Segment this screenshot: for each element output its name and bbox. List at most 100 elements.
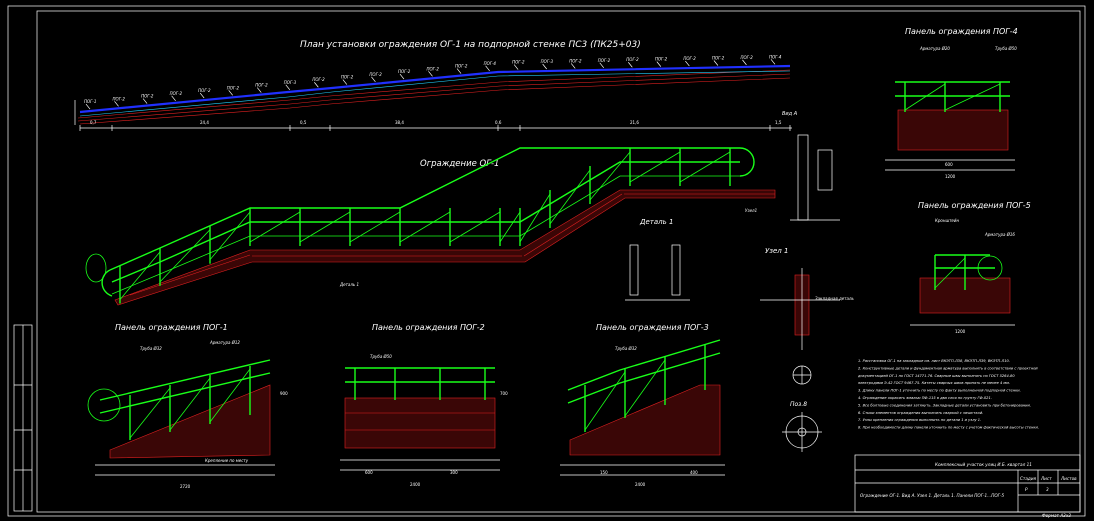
pog2-title: Панель ограждения ПОГ-2 — [372, 323, 485, 332]
plan-dimensions: 0,7 24,4 0,5 38,4 0,6 21,6 1,5 — [79, 120, 791, 131]
plan-dim: 38,4 — [395, 120, 404, 125]
plan-leader — [314, 82, 319, 88]
og1-diagonal — [629, 151, 681, 183]
note-line: 5. Все болтовые соединения затянуть. Зак… — [858, 403, 1031, 407]
plan-leader — [199, 92, 205, 99]
plan-leader — [685, 60, 690, 67]
pog2-drawing — [340, 367, 500, 471]
callout-pipe-pog4: Труба Ø50 — [995, 46, 1017, 51]
view-a-drawing — [790, 134, 840, 221]
tb-sheet-header: Лист — [1040, 476, 1052, 481]
left-stamp — [13, 324, 33, 512]
plan-dim: 0,6 — [495, 120, 502, 125]
tb-stage: Р — [1025, 487, 1028, 492]
plan-leader — [114, 101, 119, 107]
tb-project: Комплексный участок улиц И.Б. квартал 11 — [935, 462, 1032, 467]
tb-stage-header: Стадия — [1020, 476, 1037, 481]
plan-label: ПОГ-2 — [740, 55, 753, 60]
plan-dim: 24,4 — [200, 120, 209, 125]
plan-leader — [228, 90, 233, 96]
pog5-title: Панель ограждения ПОГ-5 — [918, 201, 1031, 210]
note-line: 2. Конструктивные детали и фундаментная … — [858, 366, 1038, 370]
drawing-sheet: План установки ограждения ОГ-1 на подпор… — [7, 5, 1086, 518]
pog5-width: 1200 — [955, 329, 966, 334]
tb-sheets-header: Листов — [1060, 476, 1077, 481]
plan-leader — [513, 64, 519, 70]
callout-embed: Крепление по месту — [205, 458, 249, 463]
plan-leader — [342, 79, 348, 85]
plan-label: ПОГ-2 — [626, 57, 639, 62]
plan-leader — [742, 59, 747, 66]
tb-content: Ограждение ОГ-1. Вид А. Узел 1. Деталь 1… — [860, 493, 1004, 498]
og1-diagonal — [499, 211, 521, 243]
plan-leader — [656, 61, 662, 67]
og1-diagonal — [449, 211, 501, 243]
plan-label: ПОГ-2 — [398, 69, 411, 74]
pog3-title: Панель ограждения ПОГ-3 — [596, 323, 709, 332]
spacing-300: 300 — [450, 470, 458, 475]
pog3-width: 2400 — [635, 482, 646, 487]
plan-leader — [485, 65, 490, 72]
note-line: 1. Расстановка ОГ-1 на закладные см. лис… — [858, 359, 1010, 363]
plan-label: ПОГ-2 — [369, 72, 382, 77]
note-line: 7. Узлы крепления ограждения выполнить п… — [858, 418, 981, 422]
callout-pipe-pog1: Труба Ø32 — [140, 346, 162, 351]
plan-leader — [599, 62, 605, 69]
plan-label: ПОГ-2 — [141, 94, 154, 99]
plan-label: ПОГ-2 — [683, 56, 696, 61]
plan-label: ПОГ-3 — [284, 80, 297, 85]
detail1-drawing — [625, 244, 690, 301]
plan-leader — [770, 59, 776, 65]
plan-label: ПОГ-2 — [427, 66, 440, 71]
plan-leader — [371, 76, 376, 83]
plan-leader — [171, 95, 176, 102]
spacing-400: 400 — [690, 470, 698, 475]
callout-pipe-pog3: Труба Ø32 — [615, 346, 637, 351]
plan-leader — [85, 103, 91, 110]
plan-dim: 0,5 — [300, 120, 307, 125]
plan-label: ПОГ-2 — [113, 96, 126, 101]
plan-dim: 0,7 — [90, 120, 97, 125]
plan-leader — [428, 71, 433, 77]
plan-label: ПОГ-3 — [541, 59, 554, 64]
spacing-150: 150 — [600, 470, 608, 475]
tb-format: Формат А3х3 — [1042, 513, 1071, 518]
og1-diagonal — [399, 211, 451, 243]
plan-label: ПОГ-2 — [598, 58, 611, 63]
plan-leader — [142, 98, 148, 104]
callout-pipe-pog2: Труба Ø50 — [370, 354, 392, 359]
plan-leader — [542, 63, 547, 70]
callout-node1: Узел1 — [745, 208, 757, 213]
callout-detail1: Деталь 1 — [339, 282, 359, 287]
plan-leader — [285, 84, 291, 91]
pog3-drawing — [560, 339, 725, 476]
plan-leader — [713, 60, 719, 66]
note-line: 6. Стыки элементов ограждения выполнить … — [858, 411, 983, 415]
note-line: 8. При необходимости длину панели уточни… — [858, 426, 1039, 430]
callout-bracket: Кронштейн — [935, 218, 959, 223]
plan-label: ПОГ-4 — [484, 61, 497, 66]
pog4-drawing — [885, 81, 1015, 171]
plan-leader — [570, 63, 576, 69]
pog5-drawing — [910, 254, 1015, 326]
plan-leader — [628, 62, 633, 68]
spacing-600: 600 — [365, 470, 373, 475]
plan-dim: 21,6 — [630, 120, 639, 125]
height-900: 900 — [280, 391, 288, 396]
pog4-title: Панель ограждения ПОГ-4 — [905, 27, 1018, 36]
og1-diagonal — [679, 151, 731, 183]
plan-label: ПОГ-2 — [312, 77, 325, 82]
plan-label: ПОГ-2 — [255, 83, 268, 88]
plan-label: ПОГ-1 — [84, 99, 96, 104]
plan-label: ПОГ-2 — [455, 64, 468, 69]
pog4-width: 1200 — [945, 174, 956, 179]
plan-label: ПОГ-2 — [655, 57, 668, 62]
og1-diagonal — [249, 211, 301, 243]
pos8-drawing — [782, 412, 822, 452]
plan-dim: 1,5 — [775, 120, 782, 125]
note-line: электродами Э-42 ГОСТ 9467-75. Катеты св… — [858, 381, 1010, 385]
note-line: документацией ОГ-1 по ГОСТ 14771-76. Сва… — [857, 374, 1015, 378]
plan-leader — [256, 87, 262, 93]
pog1-title: Панель ограждения ПОГ-1 — [115, 323, 228, 332]
node1-drawing — [760, 268, 840, 385]
